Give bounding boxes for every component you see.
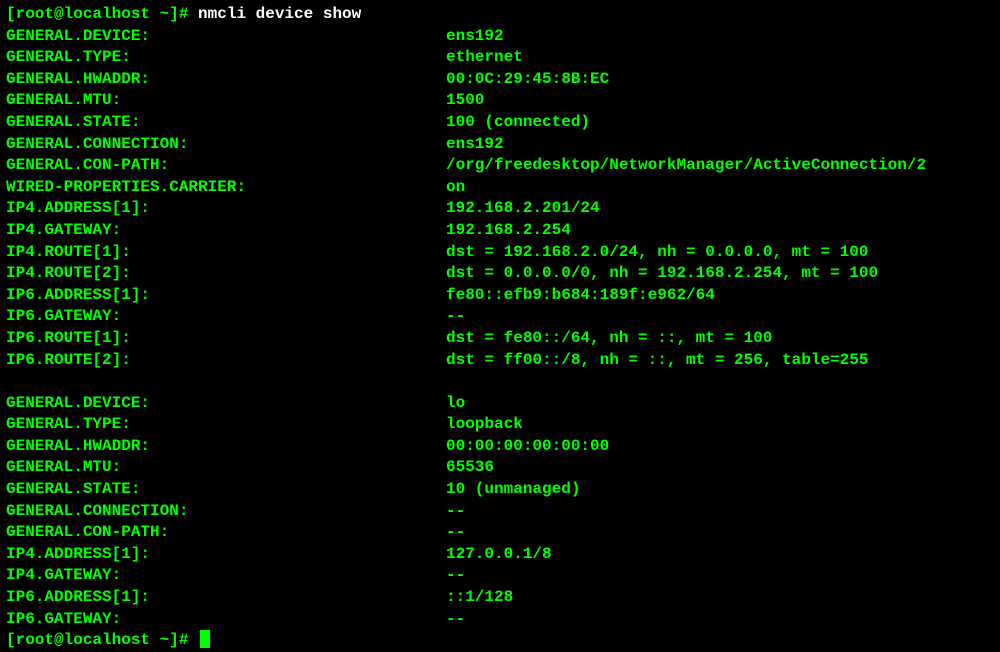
output-line: GENERAL.STATE:10 (unmanaged) (6, 479, 994, 501)
output-line: IP6.ROUTE[1]:dst = fe80::/64, nh = ::, m… (6, 328, 994, 350)
property-label: IP6.GATEWAY: (6, 306, 446, 328)
property-label: IP6.GATEWAY: (6, 609, 446, 631)
property-value: -- (446, 565, 465, 587)
output-line: IP4.ADDRESS[1]:127.0.0.1/8 (6, 544, 994, 566)
output-line: IP4.ROUTE[1]:dst = 192.168.2.0/24, nh = … (6, 242, 994, 264)
output-line: IP6.GATEWAY:-- (6, 306, 994, 328)
prompt-user-host: [root@localhost ~]# (6, 4, 198, 26)
property-value: 10 (unmanaged) (446, 479, 580, 501)
property-value: on (446, 177, 465, 199)
output-line: GENERAL.CON-PATH:/org/freedesktop/Networ… (6, 155, 994, 177)
output-line: GENERAL.CON-PATH:-- (6, 522, 994, 544)
property-label: WIRED-PROPERTIES.CARRIER: (6, 177, 446, 199)
blank-line (6, 371, 994, 393)
output-line: IP4.GATEWAY:-- (6, 565, 994, 587)
output-line: IP6.ADDRESS[1]:::1/128 (6, 587, 994, 609)
property-label: IP6.ROUTE[2]: (6, 350, 446, 372)
property-value: 1500 (446, 90, 484, 112)
property-value: -- (446, 609, 465, 631)
property-value: /org/freedesktop/NetworkManager/ActiveCo… (446, 155, 926, 177)
output-line: GENERAL.STATE:100 (connected) (6, 112, 994, 134)
property-label: IP6.ADDRESS[1]: (6, 587, 446, 609)
output-line: IP4.GATEWAY:192.168.2.254 (6, 220, 994, 242)
output-line: IP6.ROUTE[2]:dst = ff00::/8, nh = ::, mt… (6, 350, 994, 372)
command-output: GENERAL.DEVICE:ens192GENERAL.TYPE:ethern… (6, 26, 994, 631)
output-line: GENERAL.HWADDR:00:0C:29:45:8B:EC (6, 69, 994, 91)
property-value: -- (446, 522, 465, 544)
property-value: dst = 192.168.2.0/24, nh = 0.0.0.0, mt =… (446, 242, 868, 264)
prompt-line-2[interactable]: [root@localhost ~]# (6, 630, 994, 652)
output-line: IP6.ADDRESS[1]:fe80::efb9:b684:189f:e962… (6, 285, 994, 307)
output-line: GENERAL.MTU:1500 (6, 90, 994, 112)
property-value: 192.168.2.201/24 (446, 198, 600, 220)
property-value: ens192 (446, 26, 504, 48)
prompt-user-host: [root@localhost ~]# (6, 630, 198, 652)
property-label: GENERAL.CON-PATH: (6, 155, 446, 177)
property-label: GENERAL.TYPE: (6, 47, 446, 69)
output-line: GENERAL.DEVICE:ens192 (6, 26, 994, 48)
property-label: IP4.ADDRESS[1]: (6, 544, 446, 566)
property-value: dst = 0.0.0.0/0, nh = 192.168.2.254, mt … (446, 263, 878, 285)
output-line: GENERAL.CONNECTION:ens192 (6, 134, 994, 156)
output-line: GENERAL.TYPE:loopback (6, 414, 994, 436)
property-label: GENERAL.STATE: (6, 112, 446, 134)
property-label: IP4.ROUTE[1]: (6, 242, 446, 264)
terminal-window[interactable]: [root@localhost ~]# nmcli device show GE… (6, 4, 994, 652)
property-value: -- (446, 306, 465, 328)
property-value: 192.168.2.254 (446, 220, 571, 242)
cursor-icon (200, 630, 210, 648)
property-label: GENERAL.CONNECTION: (6, 134, 446, 156)
property-value: dst = ff00::/8, nh = ::, mt = 256, table… (446, 350, 868, 372)
property-value: 00:00:00:00:00:00 (446, 436, 609, 458)
output-line: IP4.ADDRESS[1]:192.168.2.201/24 (6, 198, 994, 220)
output-line: GENERAL.MTU:65536 (6, 457, 994, 479)
property-value: 65536 (446, 457, 494, 479)
property-value: lo (446, 393, 465, 415)
property-value: -- (446, 501, 465, 523)
property-value: dst = fe80::/64, nh = ::, mt = 100 (446, 328, 772, 350)
property-label: GENERAL.TYPE: (6, 414, 446, 436)
property-value: fe80::efb9:b684:189f:e962/64 (446, 285, 715, 307)
property-label: GENERAL.DEVICE: (6, 26, 446, 48)
property-label: GENERAL.HWADDR: (6, 436, 446, 458)
property-label: IP6.ROUTE[1]: (6, 328, 446, 350)
property-label: GENERAL.DEVICE: (6, 393, 446, 415)
property-label: GENERAL.STATE: (6, 479, 446, 501)
property-label: GENERAL.MTU: (6, 90, 446, 112)
property-label: IP4.GATEWAY: (6, 220, 446, 242)
output-line: IP4.ROUTE[2]:dst = 0.0.0.0/0, nh = 192.1… (6, 263, 994, 285)
property-label: GENERAL.CONNECTION: (6, 501, 446, 523)
output-line: GENERAL.TYPE:ethernet (6, 47, 994, 69)
prompt-line-1: [root@localhost ~]# nmcli device show (6, 4, 994, 26)
output-line: GENERAL.HWADDR:00:00:00:00:00:00 (6, 436, 994, 458)
property-label: IP4.ADDRESS[1]: (6, 198, 446, 220)
property-value: ens192 (446, 134, 504, 156)
property-label: IP6.ADDRESS[1]: (6, 285, 446, 307)
property-label: GENERAL.MTU: (6, 457, 446, 479)
command-text: nmcli device show (198, 4, 361, 26)
property-value: 100 (connected) (446, 112, 590, 134)
output-line: GENERAL.CONNECTION:-- (6, 501, 994, 523)
property-value: ::1/128 (446, 587, 513, 609)
output-line: WIRED-PROPERTIES.CARRIER:on (6, 177, 994, 199)
property-value: loopback (446, 414, 523, 436)
property-label: GENERAL.CON-PATH: (6, 522, 446, 544)
output-line: GENERAL.DEVICE:lo (6, 393, 994, 415)
property-label: IP4.GATEWAY: (6, 565, 446, 587)
property-value: ethernet (446, 47, 523, 69)
property-value: 127.0.0.1/8 (446, 544, 552, 566)
property-label: GENERAL.HWADDR: (6, 69, 446, 91)
property-label: IP4.ROUTE[2]: (6, 263, 446, 285)
property-value: 00:0C:29:45:8B:EC (446, 69, 609, 91)
output-line: IP6.GATEWAY:-- (6, 609, 994, 631)
